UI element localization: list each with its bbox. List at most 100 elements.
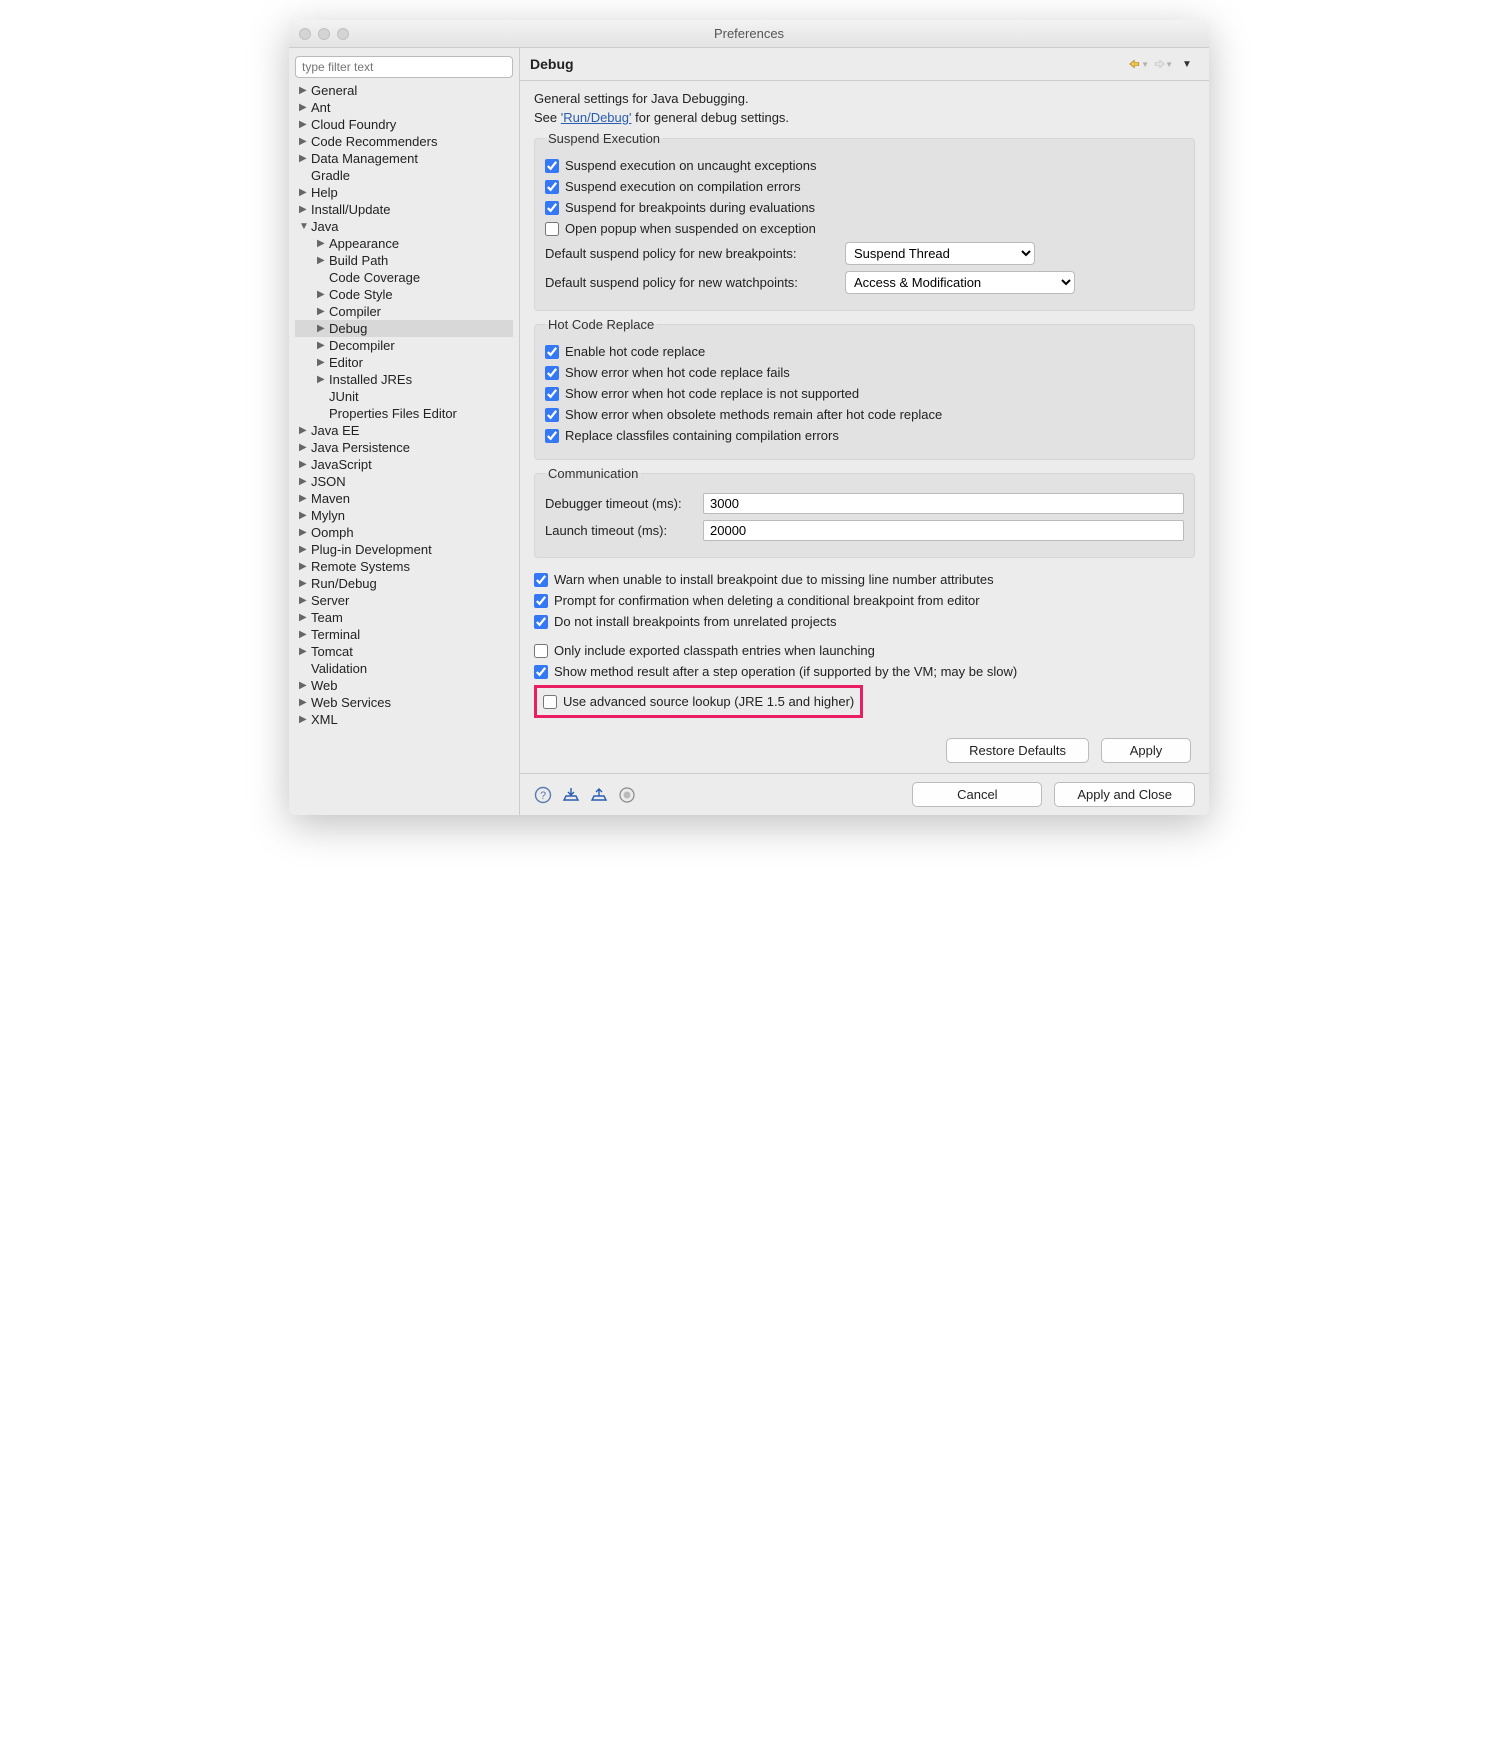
hcr-replace-checkbox[interactable]	[545, 429, 559, 443]
launch-timeout-label: Launch timeout (ms):	[545, 523, 695, 538]
tree-item[interactable]: Validation	[295, 660, 513, 677]
hcr-replace-label: Replace classfiles containing compilatio…	[565, 428, 839, 443]
tree-item[interactable]: ▶JSON	[295, 473, 513, 490]
tree-item[interactable]: ▶Build Path	[295, 252, 513, 269]
export-icon[interactable]	[590, 786, 608, 804]
chevron-right-icon: ▶	[299, 187, 309, 198]
tree-item-label: General	[311, 83, 357, 98]
suspend-compile-checkbox[interactable]	[545, 180, 559, 194]
tree-item[interactable]: ▶Run/Debug	[295, 575, 513, 592]
chevron-right-icon: ▶	[299, 527, 309, 538]
tree-item[interactable]: ▶Install/Update	[295, 201, 513, 218]
tree-item[interactable]: ▶Remote Systems	[295, 558, 513, 575]
menu-button[interactable]: ▼	[1177, 56, 1197, 72]
restore-defaults-button[interactable]: Restore Defaults	[946, 738, 1089, 763]
tree-item[interactable]: ▶Terminal	[295, 626, 513, 643]
apply-close-button[interactable]: Apply and Close	[1054, 782, 1195, 807]
import-icon[interactable]	[562, 786, 580, 804]
tree-item[interactable]: ▶Code Recommenders	[295, 133, 513, 150]
run-debug-link[interactable]: 'Run/Debug'	[561, 110, 632, 125]
debugger-timeout-field[interactable]	[703, 493, 1184, 514]
chevron-right-icon: ▶	[299, 204, 309, 215]
close-window-icon[interactable]	[299, 28, 311, 40]
tree-item[interactable]: ▶Debug	[295, 320, 513, 337]
tree-item[interactable]: ▶Java Persistence	[295, 439, 513, 456]
tree-item[interactable]: JUnit	[295, 388, 513, 405]
prompt-delete-checkbox[interactable]	[534, 594, 548, 608]
tree-item-label: Oomph	[311, 525, 354, 540]
back-button[interactable]: ▼	[1129, 56, 1149, 72]
tree-item[interactable]: ▶JavaScript	[295, 456, 513, 473]
launch-timeout-field[interactable]	[703, 520, 1184, 541]
tree-item[interactable]: ▶Ant	[295, 99, 513, 116]
tree-item[interactable]: ▶Appearance	[295, 235, 513, 252]
tree-item-label: Cloud Foundry	[311, 117, 396, 132]
titlebar: Preferences	[289, 20, 1209, 48]
chevron-right-icon: ▶	[317, 374, 327, 385]
help-icon[interactable]: ?	[534, 786, 552, 804]
tree-item[interactable]: ▶Web	[295, 677, 513, 694]
tree-item[interactable]: ▶Team	[295, 609, 513, 626]
dialog-footer: ? Cancel Apply and Close	[520, 773, 1209, 815]
svg-text:?: ?	[540, 790, 546, 802]
tree-item[interactable]: ▶Web Services	[295, 694, 513, 711]
hcr-fails-checkbox[interactable]	[545, 366, 559, 380]
tree-item[interactable]: ▶Cloud Foundry	[295, 116, 513, 133]
tree-item[interactable]: ▶Editor	[295, 354, 513, 371]
tree-item[interactable]: Code Coverage	[295, 269, 513, 286]
chevron-right-icon: ▶	[299, 119, 309, 130]
page-button-row: Restore Defaults Apply	[534, 738, 1195, 763]
tree-item-label: Mylyn	[311, 508, 345, 523]
chevron-right-icon: ▶	[317, 255, 327, 266]
zoom-window-icon[interactable]	[337, 28, 349, 40]
hcr-obsolete-checkbox[interactable]	[545, 408, 559, 422]
tree-item[interactable]: ▶Decompiler	[295, 337, 513, 354]
suspend-breakpoints-checkbox[interactable]	[545, 201, 559, 215]
nav-arrows: ▼ ▼ ▼	[1129, 56, 1197, 72]
preferences-tree: ▶General▶Ant▶Cloud Foundry▶Code Recommen…	[295, 82, 513, 728]
tree-item[interactable]: ▶Compiler	[295, 303, 513, 320]
tree-item-label: XML	[311, 712, 338, 727]
unrelated-projects-checkbox[interactable]	[534, 615, 548, 629]
minimize-window-icon[interactable]	[318, 28, 330, 40]
tree-item[interactable]: ▶Oomph	[295, 524, 513, 541]
watchpoint-policy-select[interactable]: Access & Modification	[845, 271, 1075, 294]
warn-lineno-checkbox[interactable]	[534, 573, 548, 587]
tree-item[interactable]: Gradle	[295, 167, 513, 184]
tree-item[interactable]: ▼Java	[295, 218, 513, 235]
chevron-right-icon: ▶	[299, 561, 309, 572]
record-icon[interactable]	[618, 786, 636, 804]
exported-classpath-checkbox[interactable]	[534, 644, 548, 658]
cancel-button[interactable]: Cancel	[912, 782, 1042, 807]
tree-item[interactable]: ▶Code Style	[295, 286, 513, 303]
preferences-sidebar: ▶General▶Ant▶Cloud Foundry▶Code Recommen…	[289, 48, 519, 815]
tree-item[interactable]: ▶Server	[295, 592, 513, 609]
method-result-checkbox[interactable]	[534, 665, 548, 679]
tree-item[interactable]: ▶Installed JREs	[295, 371, 513, 388]
advanced-source-lookup-checkbox[interactable]	[543, 695, 557, 709]
tree-item[interactable]: ▶Tomcat	[295, 643, 513, 660]
tree-item[interactable]: ▶Maven	[295, 490, 513, 507]
open-popup-checkbox[interactable]	[545, 222, 559, 236]
tree-item[interactable]: ▶Data Management	[295, 150, 513, 167]
tree-item-label: Editor	[329, 355, 363, 370]
hcr-unsupported-checkbox[interactable]	[545, 387, 559, 401]
tree-item[interactable]: ▶Help	[295, 184, 513, 201]
advanced-source-lookup-label: Use advanced source lookup (JRE 1.5 and …	[563, 694, 854, 709]
tree-item-label: Java Persistence	[311, 440, 410, 455]
filter-input[interactable]	[295, 56, 513, 78]
forward-button[interactable]: ▼	[1153, 56, 1173, 72]
tree-item[interactable]: Properties Files Editor	[295, 405, 513, 422]
breakpoint-policy-select[interactable]: Suspend Thread	[845, 242, 1035, 265]
tree-item[interactable]: ▶Plug-in Development	[295, 541, 513, 558]
tree-item[interactable]: ▶General	[295, 82, 513, 99]
suspend-execution-group: Suspend Execution Suspend execution on u…	[534, 131, 1195, 311]
chevron-right-icon: ▶	[299, 153, 309, 164]
suspend-uncaught-checkbox[interactable]	[545, 159, 559, 173]
hcr-enable-checkbox[interactable]	[545, 345, 559, 359]
tree-item-label: Server	[311, 593, 349, 608]
tree-item[interactable]: ▶XML	[295, 711, 513, 728]
apply-button[interactable]: Apply	[1101, 738, 1191, 763]
tree-item[interactable]: ▶Java EE	[295, 422, 513, 439]
tree-item[interactable]: ▶Mylyn	[295, 507, 513, 524]
